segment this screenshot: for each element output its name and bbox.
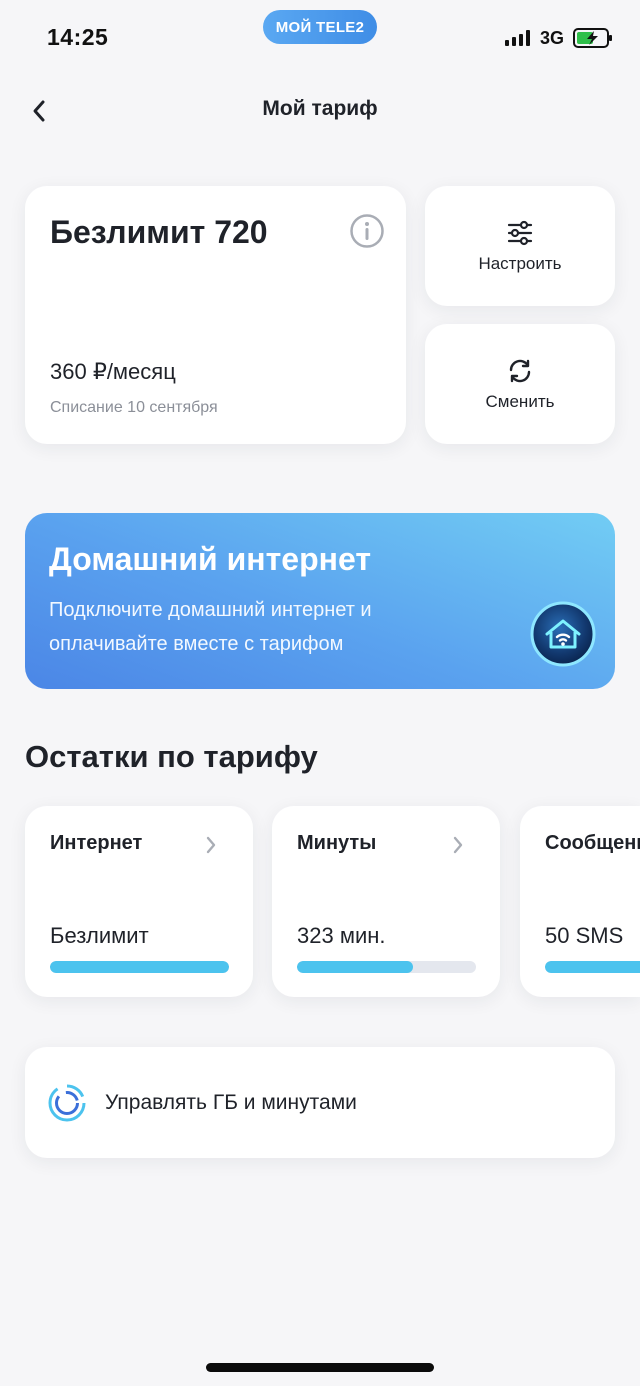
status-time: 14:25 [47, 24, 109, 50]
home-internet-banner[interactable]: Домашний интернет Подключите домашний ин… [25, 513, 615, 689]
tariff-charge-date: Списание 10 сентября [50, 399, 218, 416]
home-indicator[interactable] [206, 1363, 434, 1372]
progress-fill [50, 961, 229, 973]
battery-charging-icon [573, 28, 612, 48]
remains-title: Остатки по тарифу [25, 739, 318, 774]
remain-title: Минуты [297, 832, 377, 854]
sliders-icon [505, 218, 535, 248]
progress-bar [297, 961, 476, 973]
remain-title: Сообщения [545, 832, 640, 854]
progress-fill [545, 961, 640, 973]
page-title: Мой тариф [262, 97, 378, 120]
cellular-signal-icon [505, 30, 530, 46]
chevron-right-icon [453, 836, 463, 854]
tariff-name: Безлимит 720 [50, 214, 268, 250]
banner-title: Домашний интернет [49, 541, 371, 577]
configure-button[interactable]: Настроить [425, 186, 615, 306]
progress-bar [50, 961, 229, 973]
progress-bar [545, 961, 640, 973]
remain-card-minutes[interactable]: Минуты 323 мин. [272, 806, 500, 997]
banner-text: Подключите домашний интернет и оплачивай… [49, 599, 372, 655]
change-tariff-button[interactable]: Сменить [425, 324, 615, 444]
remain-card-messages[interactable]: Сообщения 50 SMS [520, 806, 640, 997]
manage-label: Управлять ГБ и минутами [105, 1091, 357, 1114]
chevron-right-icon [206, 836, 216, 854]
remain-title: Интернет [50, 832, 143, 854]
remain-value: Безлимит [50, 923, 149, 948]
info-icon[interactable] [349, 213, 385, 249]
refresh-icon [505, 356, 535, 386]
rings-icon [48, 1084, 86, 1122]
change-label: Сменить [485, 392, 555, 411]
tariff-card[interactable]: Безлимит 720 360 ₽/месяц Списание 10 сен… [25, 186, 406, 444]
carrier-pill[interactable]: МОЙ TELE2 [263, 10, 377, 44]
remain-value: 50 SMS [545, 923, 624, 948]
progress-fill [297, 961, 414, 973]
home-wifi-icon [530, 601, 596, 667]
manage-gb-minutes-button[interactable]: Управлять ГБ и минутами [25, 1047, 615, 1158]
configure-label: Настроить [478, 254, 562, 273]
remain-card-internet[interactable]: Интернет Безлимит [25, 806, 253, 997]
remain-value: 323 мин. [297, 923, 386, 948]
network-type: 3G [540, 28, 565, 48]
tariff-price: 360 ₽/месяц [50, 359, 176, 384]
